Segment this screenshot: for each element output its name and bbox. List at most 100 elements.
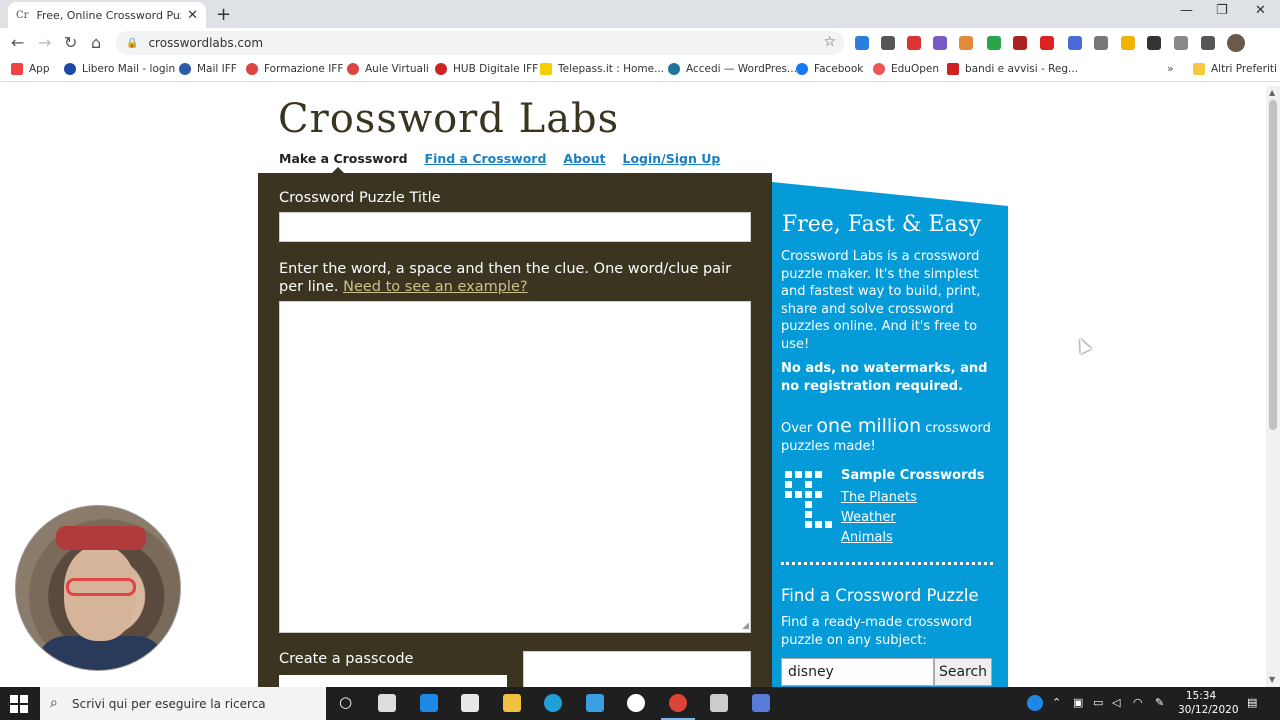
wordpress-icon	[668, 63, 680, 75]
nav-login[interactable]: Login/Sign Up	[623, 151, 721, 166]
sample-link-planets[interactable]: The Planets	[841, 490, 917, 505]
extension-icon[interactable]	[1068, 36, 1082, 50]
app-icon[interactable]	[586, 694, 604, 712]
app-icon[interactable]	[710, 694, 728, 712]
libero-icon	[64, 63, 76, 75]
folder-icon	[1193, 63, 1205, 75]
sample-link-weather[interactable]: Weather	[841, 510, 896, 525]
title-label: Crossword Puzzle Title	[279, 190, 441, 206]
mail-app-icon[interactable]	[420, 694, 438, 712]
passcode-input[interactable]	[279, 675, 507, 687]
extension-icon[interactable]	[1013, 36, 1027, 50]
words-textarea[interactable]: ◢	[279, 301, 751, 633]
site-logo[interactable]: Crossword Labs	[278, 96, 619, 142]
main-nav: Make a Crossword Find a Crossword About …	[279, 151, 721, 173]
bookmarks-overflow[interactable]: »	[1167, 62, 1174, 75]
sidebar-panel: Free, Fast & Easy Crossword Labs is a cr…	[772, 182, 1008, 687]
task-view-icon[interactable]	[378, 694, 396, 712]
extension-icon[interactable]	[933, 36, 947, 50]
bookmark-mail-iff[interactable]: Mail IFF	[179, 63, 237, 75]
bookmark-app[interactable]: App	[11, 63, 50, 75]
battery-icon[interactable]: ▭	[1093, 696, 1103, 709]
address-bar[interactable]: 🔒 crosswordlabs.com ☆	[116, 31, 844, 55]
bookmark-aule[interactable]: Aule Virtuali	[347, 63, 429, 75]
profile-avatar[interactable]	[1227, 34, 1245, 52]
bookmark-eduopen[interactable]: EduOpen	[873, 63, 939, 75]
bookmark-star-icon[interactable]: ☆	[823, 34, 836, 50]
sample-link-animals[interactable]: Animals	[841, 530, 893, 545]
puzzle-extensions-icon[interactable]	[1201, 36, 1215, 50]
wifi-icon[interactable]: ◠	[1133, 696, 1143, 709]
bookmark-hub[interactable]: HUB Digitale IFF	[435, 63, 538, 75]
bookmark-formazione[interactable]: Formazione IFF	[246, 63, 343, 75]
nav-find-crossword[interactable]: Find a Crossword	[425, 151, 547, 166]
search-button[interactable]: Search	[934, 658, 992, 686]
scroll-up-icon[interactable]: ▲	[1269, 88, 1275, 97]
calculator-icon[interactable]	[752, 694, 770, 712]
home-icon[interactable]: ⌂	[91, 33, 101, 52]
close-window-icon[interactable]: ✕	[1255, 3, 1266, 18]
webcam-overlay	[15, 505, 181, 671]
scroll-down-icon[interactable]: ▼	[1269, 675, 1275, 684]
close-tab-icon[interactable]: ✕	[187, 8, 198, 23]
bookmark-facebook[interactable]: Facebook	[796, 63, 863, 75]
nav-make-crossword[interactable]: Make a Crossword	[279, 151, 408, 173]
passcode-confirm-input[interactable]	[523, 651, 751, 687]
extension-icon[interactable]	[1174, 36, 1188, 50]
cortana-icon[interactable]: ○	[339, 693, 352, 711]
example-link[interactable]: Need to see an example?	[343, 279, 527, 295]
scroll-thumb[interactable]	[1269, 100, 1277, 430]
forward-icon[interactable]: →	[38, 33, 51, 52]
taskbar-clock[interactable]: 15:34 30/12/2020	[1178, 689, 1239, 717]
search-input[interactable]: disney	[781, 658, 934, 686]
extension-icon[interactable]	[881, 36, 895, 50]
tray-icon[interactable]: ▣	[1073, 696, 1083, 709]
extension-icon[interactable]	[1094, 36, 1108, 50]
extension-icon[interactable]	[1147, 36, 1161, 50]
resize-handle-icon[interactable]: ◢	[742, 621, 749, 631]
page-scrollbar[interactable]: ▲ ▼	[1266, 86, 1280, 687]
file-explorer-icon[interactable]	[503, 694, 521, 712]
notifications-icon[interactable]: ▤	[1247, 696, 1257, 709]
find-title: Find a Crossword Puzzle	[781, 586, 979, 605]
sidebar-no-ads: No ads, no watermarks, and no registrati…	[781, 361, 988, 394]
windows-start-icon[interactable]	[10, 695, 28, 713]
sidebar-intro: Crossword Labs is a crossword puzzle mak…	[781, 249, 981, 352]
volume-icon[interactable]: ◁	[1112, 696, 1120, 709]
divider	[781, 562, 993, 565]
extension-icon[interactable]	[1040, 36, 1054, 50]
bookmark-libero[interactable]: Libero Mail - login	[64, 63, 175, 75]
title-input[interactable]	[279, 212, 751, 242]
store-icon[interactable]	[461, 694, 479, 712]
extension-icon[interactable]	[907, 36, 921, 50]
back-icon[interactable]: ←	[11, 33, 24, 52]
minimize-icon[interactable]: —	[1180, 3, 1193, 18]
bookmark-bandi[interactable]: bandi e avvisi - Reg...	[947, 63, 1078, 75]
extension-icon[interactable]	[855, 36, 869, 50]
nav-about[interactable]: About	[563, 151, 605, 166]
extension-icon[interactable]	[959, 36, 973, 50]
create-form-panel: Crossword Puzzle Title Enter the word, a…	[258, 173, 772, 687]
bookmark-telepass[interactable]: Telepass.it : Home...	[540, 63, 664, 75]
bookmark-other[interactable]: Altri Preferiti	[1193, 63, 1277, 75]
mouse-cursor-icon	[1074, 336, 1092, 354]
url-text: crosswordlabs.com	[148, 36, 264, 50]
edge-icon[interactable]	[544, 694, 562, 712]
hp-icon[interactable]	[627, 694, 645, 712]
new-tab-button[interactable]: +	[216, 4, 231, 25]
help-icon[interactable]	[1027, 695, 1043, 711]
taskbar-search-placeholder: Scrivi qui per eseguire la ricerca	[72, 696, 266, 711]
one-million-text: one million	[816, 415, 922, 437]
bookmark-wordpress[interactable]: Accedi — WordPres...	[668, 63, 797, 75]
taskbar-search[interactable]: ⌕ Scrivi qui per eseguire la ricerca	[40, 687, 326, 720]
extension-icon[interactable]	[987, 36, 1001, 50]
extension-icon[interactable]	[1121, 36, 1135, 50]
restore-icon[interactable]: ❐	[1216, 3, 1228, 18]
reload-icon[interactable]: ↻	[64, 33, 77, 52]
browser-tab[interactable]: Cr Free, Online Crossword Puzzle M ✕	[8, 2, 206, 28]
hub-icon	[435, 63, 447, 75]
apps-grid-icon	[11, 63, 23, 75]
pen-icon[interactable]: ✎	[1155, 696, 1164, 709]
tray-chevron-icon[interactable]: ⌃	[1052, 696, 1061, 709]
chrome-icon[interactable]	[661, 694, 695, 720]
